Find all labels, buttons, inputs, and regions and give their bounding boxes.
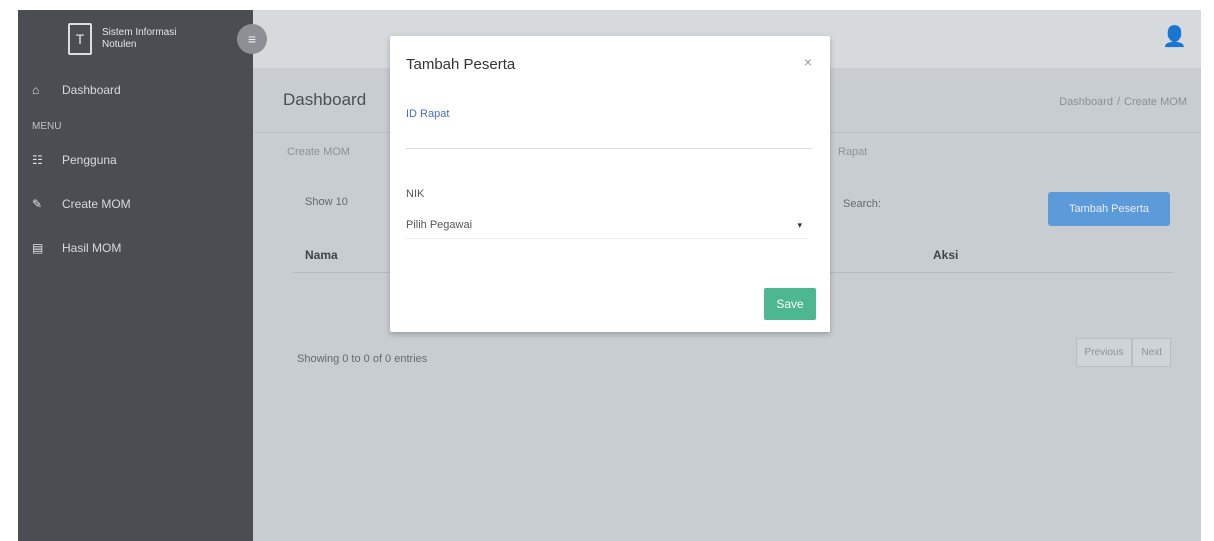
add-participant-modal: Tambah Peserta × ID Rapat NIK Pilih Pega… — [390, 36, 830, 332]
table-info: Showing 0 to 0 of 0 entries — [297, 353, 428, 365]
users-icon: ☷ — [32, 153, 43, 167]
menu-toggle-icon[interactable]: ≡ — [237, 24, 267, 54]
nik-select[interactable]: Pilih Pegawai ▾ — [406, 212, 808, 239]
sidebar-item-dashboard[interactable]: ⌂ Dashboard — [18, 68, 253, 112]
close-icon[interactable]: × — [804, 54, 812, 70]
brand-line-2: Notulen — [102, 39, 137, 50]
user-icon[interactable]: 👤 — [1162, 24, 1187, 49]
breadcrumb-item-dashboard[interactable]: Dashboard — [1059, 96, 1113, 108]
sidebar-item-hasil-mom[interactable]: ▤ Hasil MOM — [18, 226, 253, 270]
pagination-next-button[interactable]: Next — [1132, 338, 1171, 367]
card-title-right: Rapat — [838, 146, 868, 158]
id-rapat-label: ID Rapat — [406, 108, 450, 120]
breadcrumb: Dashboard / Create MOM — [1059, 96, 1187, 108]
nik-select-value: Pilih Pegawai — [406, 219, 473, 231]
sidebar-item-label: Hasil MOM — [62, 241, 122, 255]
breadcrumb-separator: / — [1116, 96, 1121, 108]
column-header-aksi[interactable]: Aksi — [933, 248, 958, 262]
pagination-previous-button[interactable]: Previous — [1075, 338, 1133, 367]
sidebar-item-label: Create MOM — [62, 197, 131, 211]
sidebar-item-pengguna[interactable]: ☷ Pengguna — [18, 138, 253, 182]
page-title: Dashboard — [283, 90, 367, 109]
search-label: Search: — [843, 198, 881, 210]
show-label: Show — [305, 196, 333, 208]
nik-label: NIK — [406, 188, 425, 200]
brand-line-1: Sistem Informasi — [102, 27, 177, 38]
brand-logo-icon: T — [68, 23, 92, 55]
show-entries-select[interactable]: 10 — [336, 196, 348, 208]
pagination: Previous Next — [1075, 338, 1171, 367]
sidebar-item-label: Dashboard — [62, 83, 121, 97]
document-icon: ▤ — [32, 241, 44, 255]
sidebar: T Sistem Informasi Notulen ⌂ Dashboard M… — [18, 10, 253, 541]
id-rapat-input[interactable] — [406, 126, 812, 149]
column-header-nama[interactable]: Nama — [305, 248, 338, 262]
card-title: Create MOM — [287, 146, 350, 158]
show-entries[interactable]: Show 10 — [305, 196, 348, 208]
save-button[interactable]: Save — [764, 288, 816, 320]
brand: T Sistem Informasi Notulen — [18, 10, 253, 68]
sidebar-item-label: Pengguna — [62, 153, 117, 167]
brand-text: Sistem Informasi Notulen — [102, 27, 176, 51]
modal-title: Tambah Peserta — [406, 56, 516, 73]
sidebar-item-create-mom[interactable]: ✎ Create MOM — [18, 182, 253, 226]
chevron-down-icon: ▾ — [797, 219, 802, 230]
add-participant-button[interactable]: Tambah Peserta — [1048, 192, 1170, 226]
edit-icon: ✎ — [32, 197, 43, 211]
home-icon: ⌂ — [32, 83, 40, 97]
sidebar-section-header: MENU — [32, 121, 62, 132]
breadcrumb-item-current: Create MOM — [1124, 96, 1187, 108]
